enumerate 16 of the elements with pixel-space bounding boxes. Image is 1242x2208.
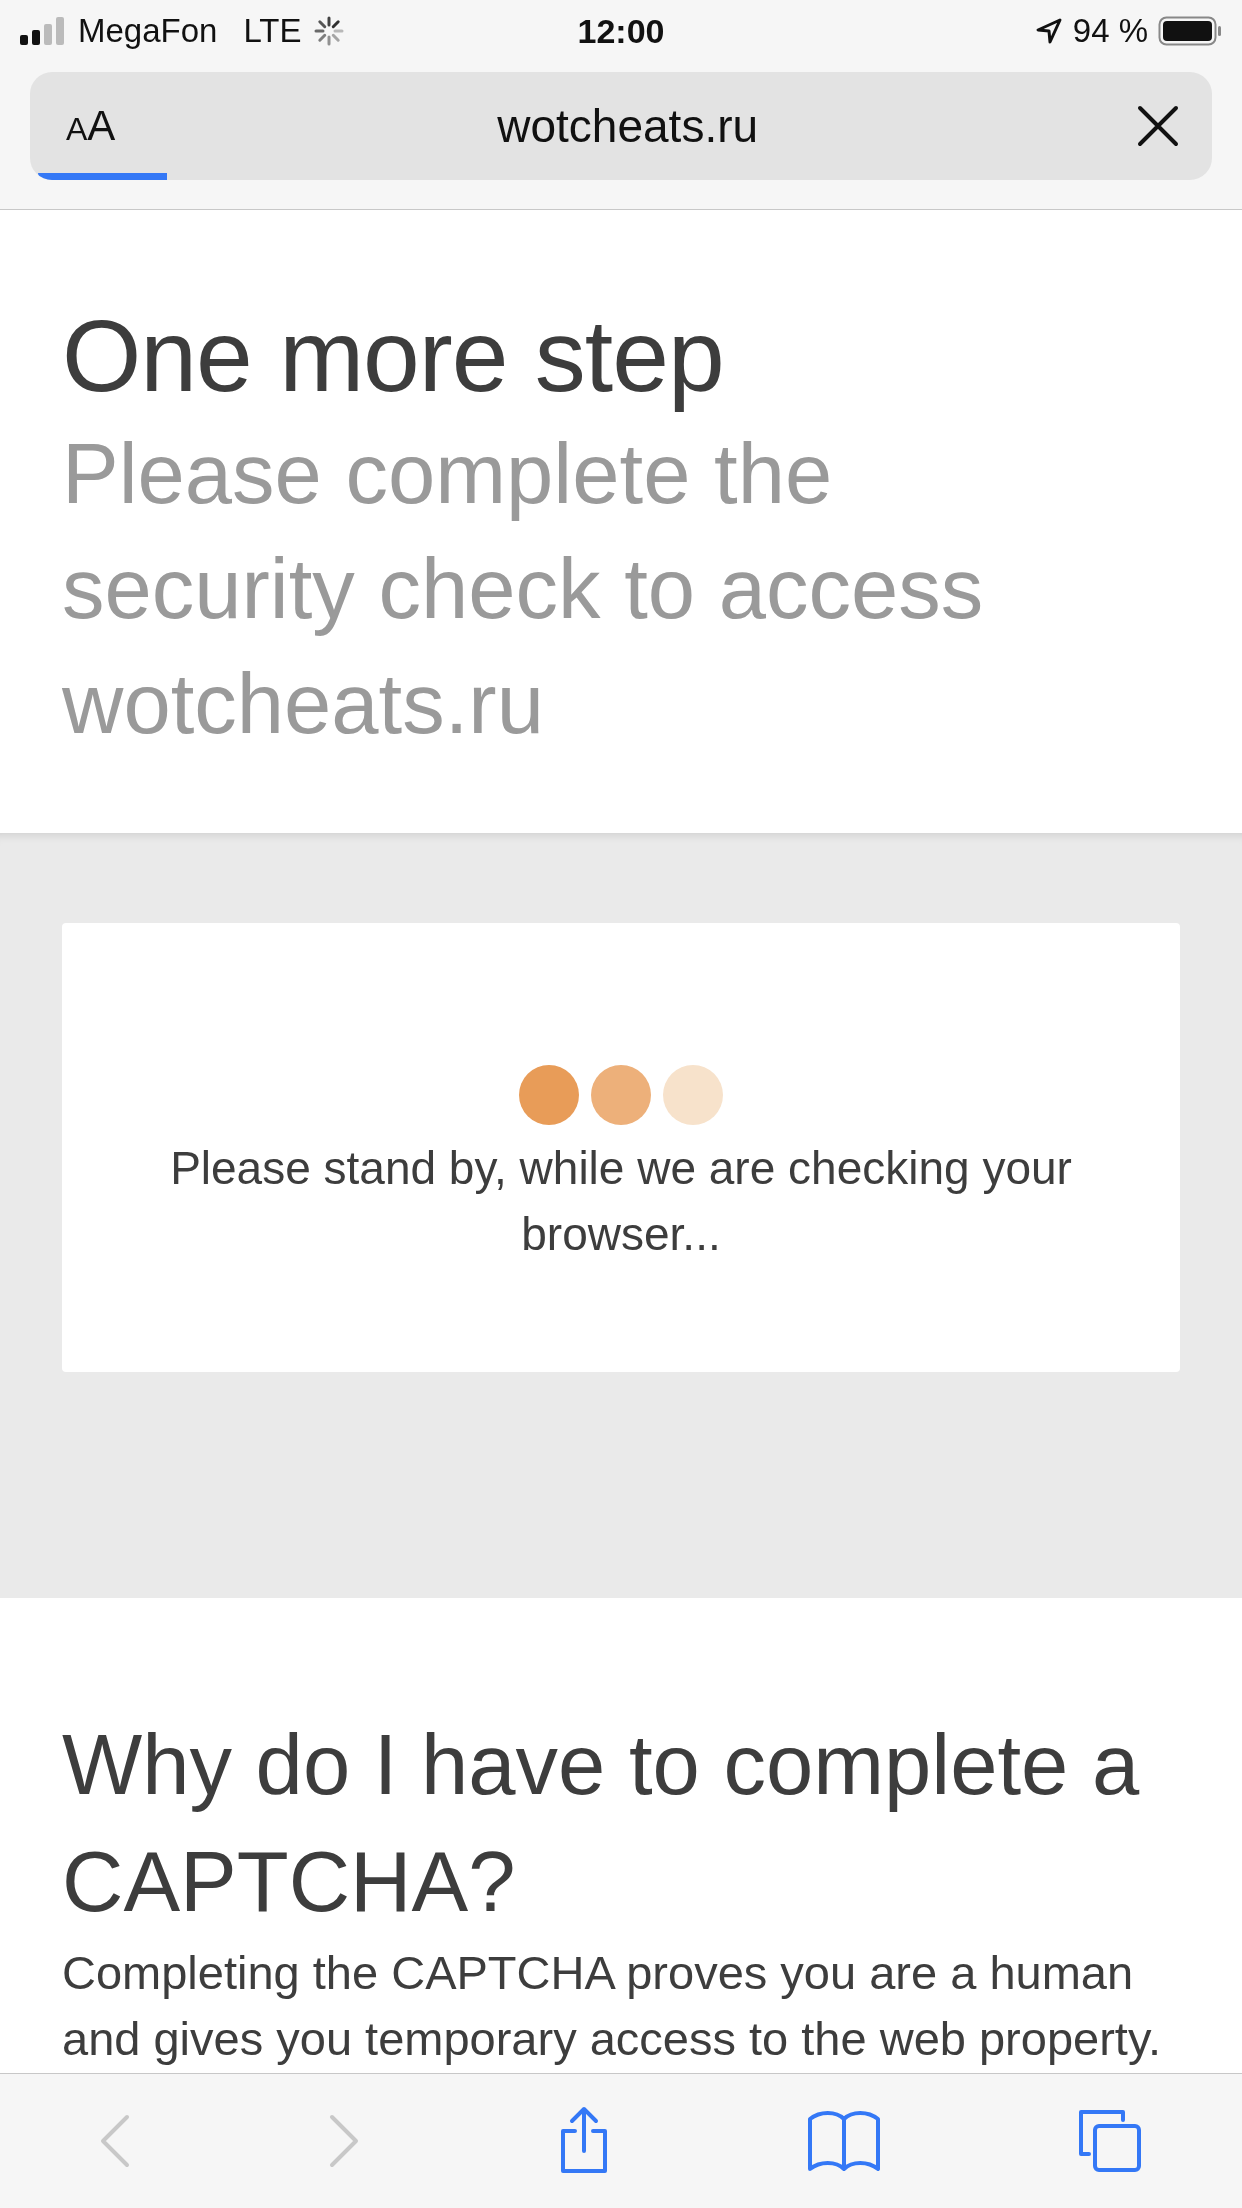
page-subtitle: Please complete the security check to access wotcheats.ru (62, 425, 985, 753)
battery-icon (1158, 16, 1222, 46)
network-type: LTE (243, 12, 302, 50)
carrier-name: MegaFon (78, 12, 218, 50)
page-title: One more step (62, 298, 725, 415)
section-text: Completing the CAPTCHA proves you are a human and gives you temporary access to the web property. (62, 1945, 1162, 2067)
check-message: Please stand by, while we are checking your browser... (169, 1141, 1073, 1262)
battery-percent: 94 % (1072, 12, 1148, 50)
signal-icon (20, 17, 66, 45)
location-arrow-icon (1034, 17, 1063, 45)
book-icon (806, 2109, 883, 2173)
url-text: wotcheats.ru (496, 99, 760, 153)
spinner-icon (313, 16, 344, 46)
text-size-button[interactable]: AA (58, 102, 124, 150)
clock-time: 12:00 (577, 11, 665, 51)
section-heading: Why do I have to complete a CAPTCHA? (62, 1716, 1141, 1931)
